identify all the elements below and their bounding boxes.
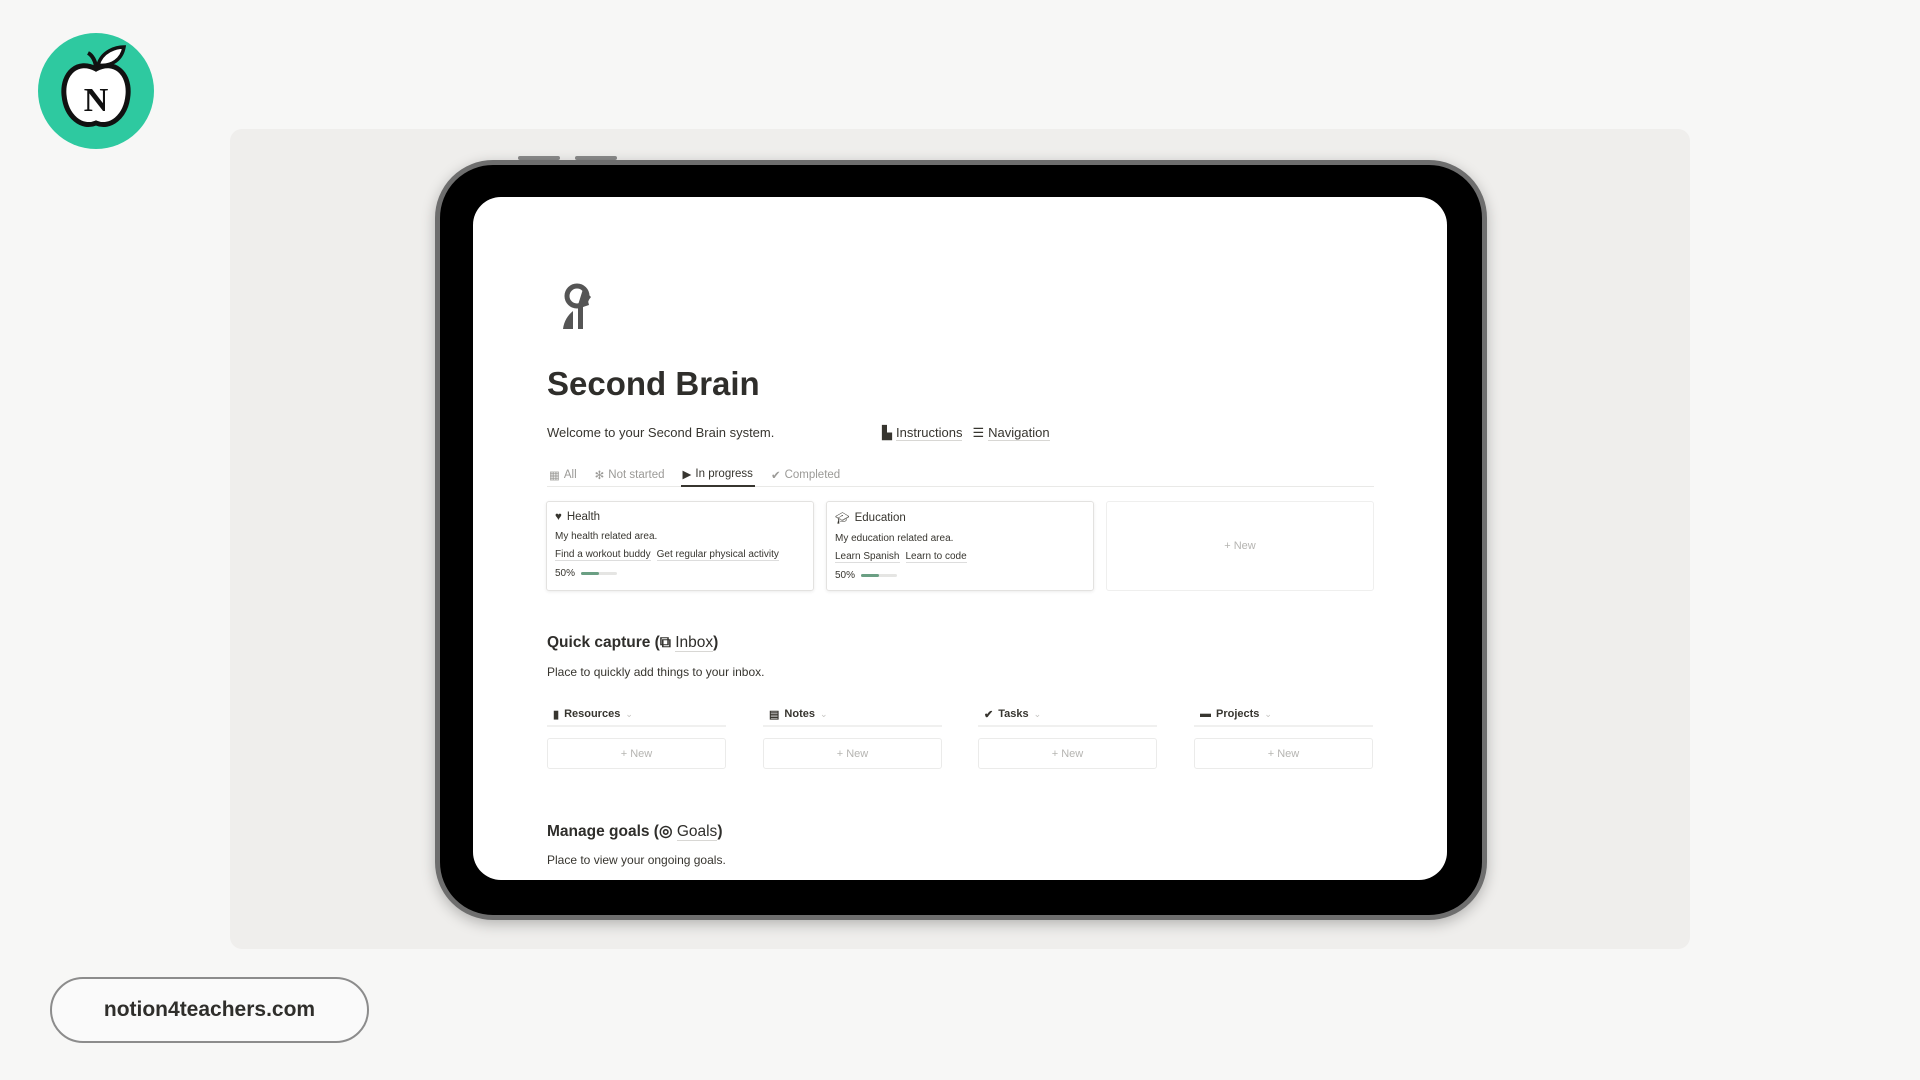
new-area-button[interactable]: + New [1106, 501, 1374, 591]
inbox-link[interactable]: Inbox [675, 634, 714, 652]
goal-link[interactable]: Learn to code [905, 551, 967, 563]
goal-link[interactable]: Learn Spanish [835, 551, 900, 563]
column-tasks: ✔ Tasks ⌄ + New [978, 703, 1157, 769]
new-note-button[interactable]: + New [763, 738, 942, 769]
note-icon: ▤ [769, 708, 780, 721]
view-tabs: ▦ All ✻ Not started ▶ In progress ✔ Complete… [547, 463, 1374, 487]
progress-bar [581, 572, 618, 575]
progress-bar [861, 574, 898, 577]
goals-link[interactable]: Goals [676, 823, 718, 841]
head-brain-icon [561, 283, 597, 336]
notion4teachers-logo: N [38, 33, 154, 149]
quick-capture-description: Place to quickly add things to your inbo… [547, 665, 765, 679]
chevron-down-icon: ⌄ [1033, 708, 1042, 719]
chevron-down-icon: ⌄ [819, 708, 828, 719]
target-icon: ◎ [658, 823, 673, 840]
asterisk-icon: ✻ [594, 470, 605, 482]
notion-page: Second Brain Welcome to your Second Brai… [473, 197, 1447, 880]
folder-icon: ▬ [1200, 708, 1211, 720]
tab-not-started[interactable]: ✻ Not started [593, 463, 667, 487]
area-description: My health related area. [555, 531, 658, 542]
bookmark-icon: ▮ [553, 708, 560, 721]
tasks-dropdown[interactable]: ✔ Tasks ⌄ [978, 703, 1157, 727]
new-project-button[interactable]: + New [1194, 738, 1373, 769]
book-link-icon: ▙ [882, 425, 892, 440]
heart-icon: ♥ [555, 511, 562, 523]
tab-in-progress[interactable]: ▶ In progress [680, 463, 755, 487]
grid-icon: ▦ [549, 470, 560, 482]
instructions-link[interactable]: ▙ Instructions [882, 425, 963, 441]
page-title: Second Brain [547, 365, 760, 402]
chevron-down-icon: ⌄ [1264, 708, 1272, 719]
website-url[interactable]: notion4teachers.com [50, 977, 369, 1043]
goal-link[interactable]: Get regular physical activity [656, 549, 779, 561]
graduation-cap-icon: 🎓︎ [835, 513, 850, 525]
navigation-link[interactable]: ☰ Navigation [972, 425, 1050, 441]
new-resource-button[interactable]: + New [547, 738, 726, 769]
progress-label: 50% [835, 570, 856, 581]
inbox-icon: ⧉ [659, 634, 671, 651]
goal-link[interactable]: Find a workout buddy [555, 549, 651, 561]
list-link-icon: ☰ [972, 425, 985, 440]
area-card-education[interactable]: 🎓︎ Education My education related area. L… [826, 501, 1094, 591]
progress-label: 50% [555, 568, 576, 579]
svg-text:N: N [84, 82, 109, 119]
resources-dropdown[interactable]: ▮ Resources ⌄ [547, 703, 726, 727]
area-description: My education related area. [835, 533, 954, 544]
projects-dropdown[interactable]: ▬ Projects ⌄ [1194, 703, 1373, 727]
tab-all[interactable]: ▦ All [547, 463, 579, 487]
column-projects: ▬ Projects ⌄ + New [1194, 703, 1373, 769]
quick-capture-heading: Quick capture (⧉ Inbox) [547, 634, 719, 652]
area-card-health[interactable]: ♥ Health My health related area. Find a w… [546, 501, 814, 591]
manage-goals-description: Place to view your ongoing goals. [547, 853, 726, 867]
check-circle-icon: ✔ [984, 708, 994, 721]
notes-dropdown[interactable]: ▤ Notes ⌄ [763, 703, 942, 727]
column-resources: ▮ Resources ⌄ + New [547, 703, 726, 769]
tab-completed[interactable]: ✔ Completed [769, 463, 842, 487]
welcome-text: Welcome to your Second Brain system. [547, 425, 775, 440]
new-task-button[interactable]: + New [978, 738, 1157, 769]
chevron-down-icon: ⌄ [625, 708, 633, 719]
check-circle-icon: ✔ [770, 470, 781, 482]
play-icon: ▶ [682, 469, 692, 481]
manage-goals-heading: Manage goals (◎ Goals) [547, 823, 723, 841]
column-notes: ▤ Notes ⌄ + New [763, 703, 942, 769]
